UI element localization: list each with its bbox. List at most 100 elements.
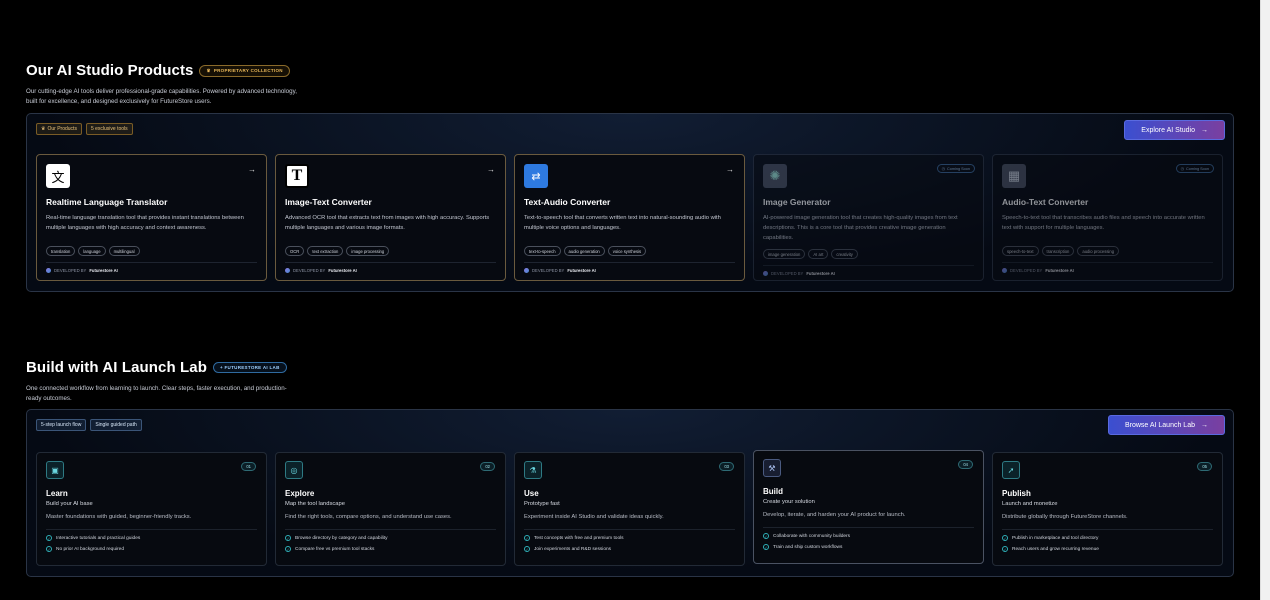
developer-credit: DEVELOPED BY Futurestore AI — [46, 268, 257, 273]
step-title: Learn — [46, 489, 68, 498]
explore-ai-studio-button[interactable]: Explore AI Studio → — [1124, 120, 1225, 140]
tag-chip: speech-to-text — [1002, 246, 1039, 256]
check-circle-icon: ✓ — [1002, 535, 1008, 541]
step-feature: ✓ Join experiments and R&D sessions — [524, 546, 612, 552]
developer-logo-icon — [285, 268, 290, 273]
step-feature: ✓ Compare free vs premium tool stacks — [285, 546, 375, 552]
step-subtitle: Launch and monetize — [1002, 501, 1058, 507]
book-icon: ▣ — [46, 461, 64, 479]
product-description: Advanced OCR tool that extracts text fro… — [285, 215, 490, 231]
arrow-right-icon: → — [726, 165, 734, 174]
check-circle-icon: ✓ — [285, 535, 291, 541]
product-description: Speech-to-text tool that transcribes aud… — [1002, 215, 1205, 231]
step-card-learn[interactable]: ▣ 01 Learn Build your AI base Master fou… — [36, 452, 267, 566]
check-circle-icon: ✓ — [285, 546, 291, 552]
step-description: Master foundations with guided, beginner… — [46, 514, 192, 520]
tag-chip: image generation — [763, 249, 806, 259]
product-description: Real-time language translation tool that… — [46, 215, 244, 231]
compass-icon: ◎ — [285, 461, 303, 479]
check-circle-icon: ✓ — [524, 535, 530, 541]
products-header: Our AI Studio Products ♛ PROPRIETARY COLL… — [26, 62, 297, 106]
step-title: Publish — [1002, 489, 1031, 498]
step-number: 03 — [719, 462, 734, 471]
tag-chip: text extraction — [307, 246, 344, 256]
tag-chip: creativity — [831, 249, 858, 259]
launch-flow-tag: 5-step launch flow — [36, 419, 87, 431]
product-card-text-audio[interactable]: ⇄ → Text-Audio Converter Text-to-speech … — [514, 154, 745, 281]
tag-chip: audio generation — [563, 246, 605, 256]
developer-logo-icon — [1002, 268, 1007, 273]
step-feature: ✓ Reach users and grow recurring revenue — [1002, 546, 1099, 552]
check-circle-icon: ✓ — [46, 535, 52, 541]
step-subtitle: Prototype fast — [524, 501, 560, 507]
tag-chip: language — [78, 246, 106, 256]
proprietary-badge: ♛ PROPRIETARY COLLECTION — [199, 64, 290, 77]
product-title: Image Generator — [763, 197, 831, 207]
tag-chip: voice synthesis — [607, 246, 647, 256]
step-title: Build — [763, 487, 783, 496]
flask-icon: ⚗ — [524, 461, 542, 479]
lab-title: Build with AI Launch Lab — [26, 359, 208, 376]
developer-logo-icon — [46, 268, 51, 273]
step-card-publish[interactable]: ➚ 05 Publish Launch and monetize Distrib… — [992, 452, 1223, 566]
check-circle-icon: ✓ — [46, 546, 52, 552]
step-number: 02 — [480, 462, 495, 471]
tag-chip: AI art — [808, 249, 829, 259]
vertical-scrollbar[interactable] — [1260, 0, 1270, 600]
products-title: Our AI Studio Products — [26, 62, 194, 79]
product-card-translator[interactable]: 文 → Realtime Language Translator Real-ti… — [36, 154, 267, 281]
step-feature: ✓ Publish in marketplace and tool directo… — [1002, 535, 1099, 541]
step-description: Find the right tools, compare options, a… — [285, 514, 452, 520]
arrow-right-icon: → — [1201, 126, 1208, 134]
step-title: Explore — [285, 489, 315, 498]
crown-icon: ♛ — [206, 67, 211, 73]
arrow-right-icon: → — [1201, 421, 1208, 429]
check-circle-icon: ✓ — [763, 533, 769, 539]
step-card-use[interactable]: ⚗ 03 Use Prototype fast Experiment insid… — [514, 452, 745, 566]
tag-chip: audio processing — [1077, 246, 1120, 256]
check-circle-icon: ✓ — [1002, 546, 1008, 552]
lab-description: One connected workflow from learning to … — [26, 385, 287, 402]
coming-soon-badge: ◷ Coming Soon — [1175, 164, 1214, 173]
step-number: 05 — [1197, 462, 1212, 471]
step-subtitle: Create your solution — [763, 499, 815, 505]
arrow-right-icon: → — [487, 165, 495, 174]
translate-icon: 文 — [46, 164, 70, 188]
check-circle-icon: ✓ — [524, 546, 530, 552]
coming-soon-badge: ◷ Coming Soon — [936, 164, 975, 173]
step-number: 04 — [958, 460, 973, 469]
product-description: AI-powered image generation tool that cr… — [763, 215, 958, 241]
tag-chip: translation — [46, 246, 76, 256]
tag-chip: image processing — [346, 246, 390, 256]
clock-icon: ◷ — [941, 167, 945, 171]
browse-ai-launch-lab-button[interactable]: Browse AI Launch Lab → — [1107, 415, 1225, 435]
clock-icon: ◷ — [1180, 167, 1184, 171]
step-subtitle: Build your AI base — [46, 501, 93, 507]
check-circle-icon: ✓ — [763, 544, 769, 550]
product-card-audio-text: ▦ ◷ Coming Soon Audio-Text Converter Spee… — [992, 154, 1223, 281]
step-card-build[interactable]: ⚒ 04 Build Create your solution Develop,… — [753, 450, 984, 564]
step-description: Develop, iterate, and harden your AI pro… — [763, 512, 906, 518]
lab-badge: + FUTURESTORE AI LAB — [213, 362, 287, 373]
developer-credit: DEVELOPED BY Futurestore AI — [763, 271, 974, 276]
step-subtitle: Map the tool landscape — [285, 501, 345, 507]
exclusive-count-tag: 5 exclusive tools — [85, 123, 133, 135]
developer-logo-icon — [524, 268, 529, 273]
product-title: Realtime Language Translator — [46, 197, 168, 207]
product-title: Image-Text Converter — [285, 197, 372, 207]
step-feature: ✓ Interactive tutorials and practical gui… — [46, 535, 141, 541]
step-feature: ✓ Test concepts with free and premium too… — [524, 535, 624, 541]
step-description: Experiment inside AI Studio and validate… — [524, 514, 664, 520]
product-description: Text-to-speech tool that converts writte… — [524, 215, 721, 231]
product-title: Audio-Text Converter — [1002, 197, 1089, 207]
product-card-image-generator: ✺ ◷ Coming Soon Image Generator AI-powere… — [753, 154, 984, 281]
step-card-explore[interactable]: ◎ 02 Explore Map the tool landscape Find… — [275, 452, 506, 566]
lab-header: Build with AI Launch Lab + FUTURESTORE A… — [26, 359, 287, 403]
lab-panel: 5-step launch flow Single guided path Br… — [26, 409, 1234, 577]
developer-logo-icon — [763, 271, 768, 276]
ocr-text-icon: T — [285, 164, 309, 188]
product-card-image-text[interactable]: T → Image-Text Converter Advanced OCR to… — [275, 154, 506, 281]
tag-chip: multilingual — [108, 246, 140, 256]
guided-path-tag: Single guided path — [90, 419, 142, 431]
products-description: Our cutting-edge AI tools deliver profes… — [26, 88, 297, 105]
